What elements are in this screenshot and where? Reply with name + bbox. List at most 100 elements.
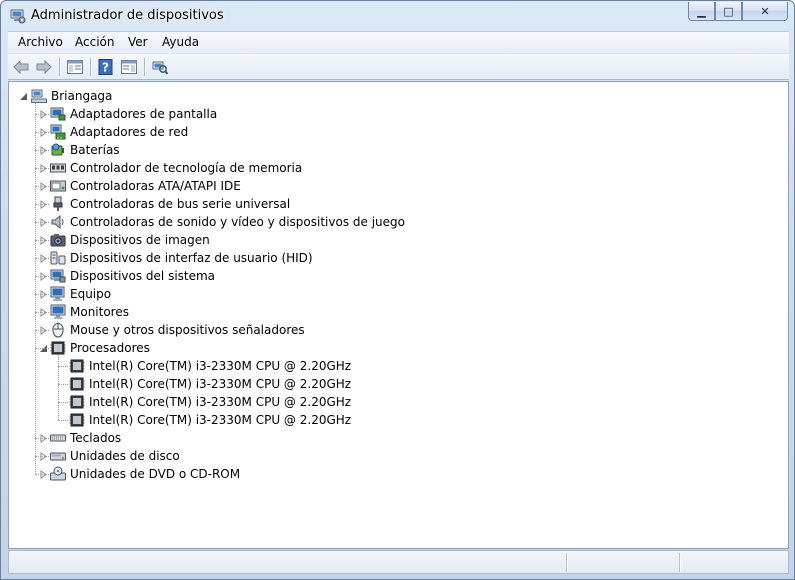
expander-root[interactable] bbox=[19, 92, 28, 101]
tree-category[interactable]: Monitores bbox=[50, 303, 129, 321]
tree-category[interactable]: Unidades de DVD o CD-ROM bbox=[50, 465, 240, 483]
tree-category[interactable]: Procesadores bbox=[50, 339, 150, 357]
tree-category-label: Mouse y otros dispositivos señaladores bbox=[70, 323, 305, 337]
tree-connector bbox=[35, 103, 36, 474]
tree-category-label: Controladoras de sonido y vídeo y dispos… bbox=[70, 215, 405, 229]
processor-icon bbox=[50, 341, 66, 355]
tree-category[interactable]: Controlador de tecnología de memoria bbox=[50, 159, 302, 177]
device-manager-icon bbox=[10, 9, 26, 24]
tree-device-label: Intel(R) Core(TM) i3-2330M CPU @ 2.20GHz bbox=[89, 359, 352, 373]
maximize-button[interactable]: □ bbox=[715, 2, 742, 21]
device-tree[interactable]: Briangaga Adaptadores de pantalla Adaptado… bbox=[8, 81, 789, 549]
network-adapter-icon bbox=[50, 124, 66, 140]
maximize-icon: □ bbox=[723, 4, 734, 18]
tree-connector bbox=[35, 456, 49, 457]
menu-ver[interactable]: Ver bbox=[128, 35, 148, 49]
tree-category[interactable]: Controladoras de sonido y vídeo y dispos… bbox=[50, 213, 405, 231]
tree-device-label: Intel(R) Core(TM) i3-2330M CPU @ 2.20GHz bbox=[89, 377, 352, 391]
tree-connector bbox=[35, 150, 49, 151]
tree-category-label: Dispositivos de imagen bbox=[70, 233, 210, 247]
tree-category-label: Dispositivos del sistema bbox=[70, 269, 216, 283]
keyboard-icon bbox=[50, 434, 66, 442]
tree-device[interactable]: Intel(R) Core(TM) i3-2330M CPU @ 2.20GHz bbox=[69, 357, 351, 375]
details-pane-button[interactable] bbox=[120, 58, 138, 76]
memory-controller-icon bbox=[50, 163, 66, 173]
mouse-icon bbox=[52, 322, 64, 338]
back-button[interactable] bbox=[12, 58, 30, 76]
tree-category[interactable]: Unidades de disco bbox=[50, 447, 180, 465]
tree-connector bbox=[58, 420, 68, 421]
tree-category-label: Baterías bbox=[70, 143, 120, 157]
toolbar: ? bbox=[8, 54, 789, 80]
tree-category-label: Procesadores bbox=[70, 341, 150, 355]
tree-connector bbox=[35, 222, 49, 223]
tree-connector bbox=[35, 114, 49, 115]
tree-connector bbox=[35, 312, 49, 313]
window-frame: Administrador de dispositivos ▁ □ ✕ Arch… bbox=[0, 0, 795, 580]
back-arrow-icon bbox=[13, 60, 29, 74]
toolbar-separator bbox=[59, 58, 60, 76]
title-bar[interactable]: Administrador de dispositivos ▁ □ ✕ bbox=[1, 1, 794, 31]
tree-category-label: Controladoras de bus serie universal bbox=[70, 197, 291, 211]
hid-icon bbox=[50, 251, 66, 265]
tree-connector bbox=[58, 384, 68, 385]
camera-icon bbox=[50, 234, 66, 247]
tree-category-label: Equipo bbox=[70, 287, 112, 301]
minimize-button[interactable]: ▁ bbox=[688, 2, 715, 21]
tree-category[interactable]: Dispositivos del sistema bbox=[50, 267, 215, 285]
tree-connector bbox=[35, 348, 49, 349]
tree-connector bbox=[35, 474, 49, 475]
tree-device[interactable]: Intel(R) Core(TM) i3-2330M CPU @ 2.20GHz bbox=[69, 411, 351, 429]
menu-ayuda[interactable]: Ayuda bbox=[162, 35, 199, 49]
battery-icon bbox=[51, 143, 64, 156]
tree-connector bbox=[35, 438, 49, 439]
tree-device[interactable]: Intel(R) Core(TM) i3-2330M CPU @ 2.20GHz bbox=[69, 393, 351, 411]
details-pane-icon bbox=[121, 60, 137, 74]
tree-category-label: Dispositivos de interfaz de usuario (HID… bbox=[70, 251, 313, 265]
tree-category-label: Controlador de tecnología de memoria bbox=[70, 161, 303, 175]
properties-pane-button[interactable] bbox=[66, 58, 84, 76]
tree-category[interactable]: Teclados bbox=[50, 429, 121, 447]
processor-icon bbox=[69, 359, 85, 373]
svg-text:?: ? bbox=[102, 61, 109, 75]
tree-category[interactable]: Controladoras de bus serie universal bbox=[50, 195, 290, 213]
caption-buttons: ▁ □ ✕ bbox=[688, 2, 788, 21]
forward-arrow-icon bbox=[36, 60, 52, 74]
menu-accion[interactable]: Acción bbox=[75, 35, 114, 49]
toolbar-separator bbox=[144, 58, 145, 76]
processor-icon bbox=[69, 377, 85, 391]
tree-connector bbox=[35, 204, 49, 205]
tree-device[interactable]: Intel(R) Core(TM) i3-2330M CPU @ 2.20GHz bbox=[69, 375, 351, 393]
toolbar-separator bbox=[90, 58, 91, 76]
tree-connector bbox=[35, 294, 49, 295]
tree-category-label: Controladoras ATA/ATAPI IDE bbox=[70, 179, 241, 193]
help-icon: ? bbox=[98, 59, 113, 75]
tree-category[interactable]: Controladoras ATA/ATAPI IDE bbox=[50, 177, 241, 195]
tree-category-label: Monitores bbox=[70, 305, 129, 319]
status-separator bbox=[566, 553, 567, 572]
ide-controller-icon bbox=[50, 180, 66, 192]
menu-archivo[interactable]: Archivo bbox=[18, 35, 63, 49]
tree-connector bbox=[58, 355, 59, 420]
tree-category[interactable]: Equipo bbox=[50, 285, 111, 303]
forward-button[interactable] bbox=[35, 58, 53, 76]
computer-root-icon bbox=[31, 89, 47, 103]
tree-category-label: Teclados bbox=[70, 431, 122, 445]
tree-category[interactable]: Baterías bbox=[50, 141, 120, 159]
tree-category-label: Adaptadores de pantalla bbox=[70, 107, 218, 121]
help-button[interactable]: ? bbox=[97, 58, 115, 76]
scan-hardware-button[interactable] bbox=[151, 58, 169, 76]
dvd-drive-icon bbox=[50, 466, 66, 481]
tree-category[interactable]: Mouse y otros dispositivos señaladores bbox=[50, 321, 305, 339]
status-bar bbox=[8, 550, 789, 574]
display-adapter-icon bbox=[50, 107, 66, 121]
tree-device-label: Intel(R) Core(TM) i3-2330M CPU @ 2.20GHz bbox=[89, 395, 352, 409]
close-button[interactable]: ✕ bbox=[742, 2, 788, 21]
tree-category[interactable]: Adaptadores de pantalla bbox=[50, 105, 217, 123]
menu-bar: Archivo Acción Ver Ayuda bbox=[8, 31, 789, 53]
tree-category[interactable]: Dispositivos de imagen bbox=[50, 231, 210, 249]
tree-category[interactable]: Dispositivos de interfaz de usuario (HID… bbox=[50, 249, 313, 267]
tree-category[interactable]: Adaptadores de red bbox=[50, 123, 188, 141]
tree-connector bbox=[35, 186, 49, 187]
tree-root[interactable]: Briangaga bbox=[31, 87, 112, 105]
